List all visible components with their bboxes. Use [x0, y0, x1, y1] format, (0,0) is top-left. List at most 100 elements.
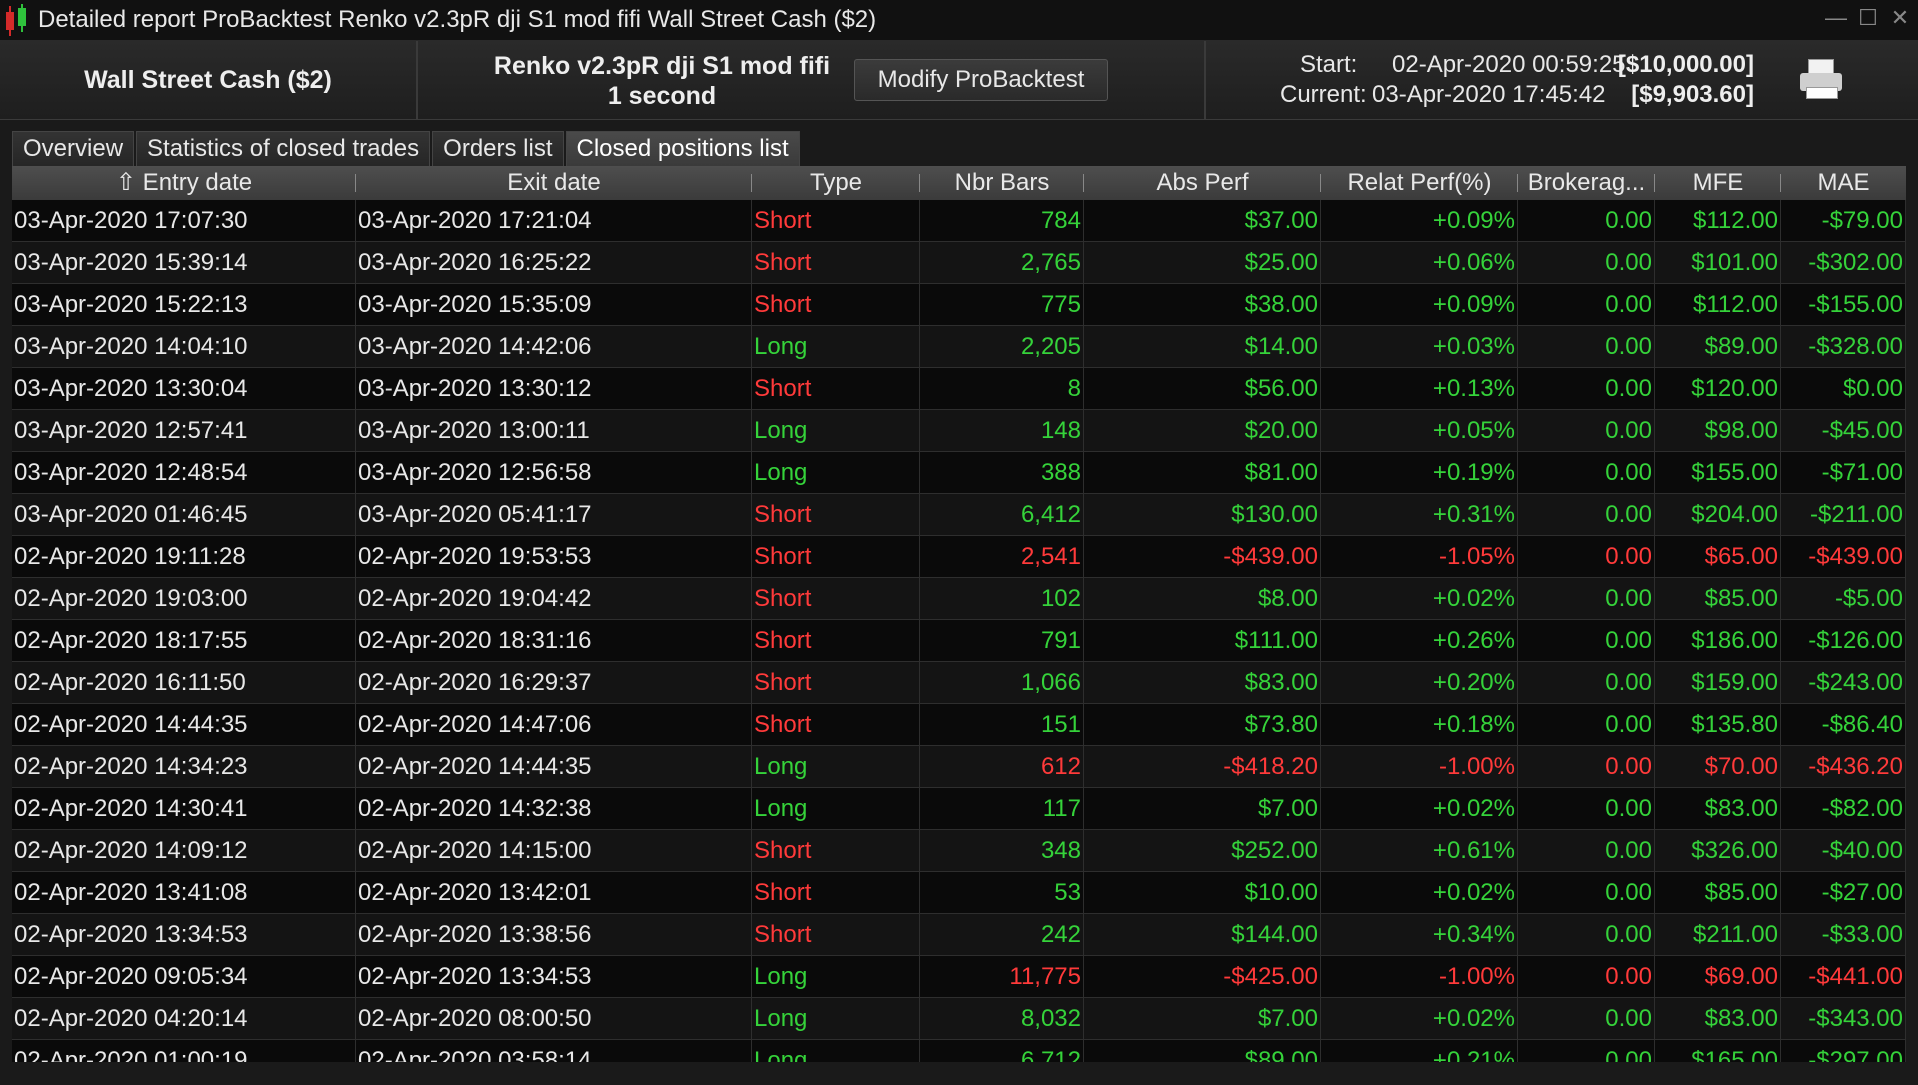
mfe-cell: $112.00 — [1655, 284, 1781, 325]
minimize-button[interactable]: — — [1824, 6, 1848, 30]
brokerage-cell: 0.00 — [1518, 662, 1655, 703]
nbr-bars-cell: 2,205 — [920, 326, 1084, 367]
column-mfe[interactable]: MFE — [1655, 166, 1781, 200]
brokerage-cell: 0.00 — [1518, 704, 1655, 745]
nbr-bars-cell: 348 — [920, 830, 1084, 871]
tab-orders-list[interactable]: Orders list — [432, 131, 564, 166]
exit-date-cell: 02-Apr-2020 14:32:38 — [356, 788, 752, 829]
type-cell: Short — [752, 662, 920, 703]
abs-perf-cell: $83.00 — [1084, 662, 1321, 703]
table-row[interactable]: 02-Apr-2020 09:05:34 02-Apr-2020 13:34:53… — [12, 956, 1906, 998]
relat-perf-cell: +0.02% — [1321, 578, 1518, 619]
current-amount: [$9,903.60] — [1631, 81, 1754, 108]
column-exit-date[interactable]: Exit date — [356, 166, 752, 200]
type-cell: Long — [752, 956, 920, 997]
table-row[interactable]: 02-Apr-2020 14:34:23 02-Apr-2020 14:44:35… — [12, 746, 1906, 788]
entry-date-cell: 02-Apr-2020 19:11:28 — [12, 536, 356, 577]
brokerage-cell: 0.00 — [1518, 536, 1655, 577]
table-row[interactable]: 03-Apr-2020 15:39:14 03-Apr-2020 16:25:22… — [12, 242, 1906, 284]
nbr-bars-cell: 2,765 — [920, 242, 1084, 283]
table-row[interactable]: 02-Apr-2020 13:41:08 02-Apr-2020 13:42:01… — [12, 872, 1906, 914]
table-row[interactable]: 02-Apr-2020 16:11:50 02-Apr-2020 16:29:37… — [12, 662, 1906, 704]
column-nbr-bars[interactable]: Nbr Bars — [920, 166, 1084, 200]
type-cell: Short — [752, 830, 920, 871]
table-row[interactable]: 03-Apr-2020 13:30:04 03-Apr-2020 13:30:12… — [12, 368, 1906, 410]
brokerage-cell: 0.00 — [1518, 284, 1655, 325]
exit-date-cell: 02-Apr-2020 13:38:56 — [356, 914, 752, 955]
table-row[interactable]: 02-Apr-2020 19:03:00 02-Apr-2020 19:04:42… — [12, 578, 1906, 620]
exit-date-cell: 03-Apr-2020 12:56:58 — [356, 452, 752, 493]
report-header: Wall Street Cash ($2) Renko v2.3pR dji S… — [0, 41, 1918, 120]
exit-date-cell: 02-Apr-2020 19:53:53 — [356, 536, 752, 577]
report-tabs: Overview Statistics of closed trades Ord… — [12, 131, 800, 166]
modify-probacktest-button[interactable]: Modify ProBacktest — [854, 59, 1108, 101]
mfe-cell: $135.80 — [1655, 704, 1781, 745]
abs-perf-cell: $111.00 — [1084, 620, 1321, 661]
mfe-cell: $101.00 — [1655, 242, 1781, 283]
maximize-button[interactable]: ☐ — [1856, 6, 1880, 30]
brokerage-cell: 0.00 — [1518, 620, 1655, 661]
column-abs-perf[interactable]: Abs Perf — [1084, 166, 1321, 200]
entry-date-cell: 02-Apr-2020 14:44:35 — [12, 704, 356, 745]
tab-closed-positions[interactable]: Closed positions list — [565, 131, 800, 166]
table-row[interactable]: 02-Apr-2020 04:20:14 02-Apr-2020 08:00:50… — [12, 998, 1906, 1040]
table-row[interactable]: 02-Apr-2020 14:30:41 02-Apr-2020 14:32:38… — [12, 788, 1906, 830]
exit-date-cell: 02-Apr-2020 13:34:53 — [356, 956, 752, 997]
table-row[interactable]: 02-Apr-2020 19:11:28 02-Apr-2020 19:53:53… — [12, 536, 1906, 578]
nbr-bars-cell: 8 — [920, 368, 1084, 409]
type-cell: Short — [752, 620, 920, 661]
relat-perf-cell: +0.18% — [1321, 704, 1518, 745]
type-cell: Short — [752, 284, 920, 325]
relat-perf-cell: +0.34% — [1321, 914, 1518, 955]
start-amount: [$10,000.00] — [1617, 51, 1754, 78]
table-row[interactable]: 03-Apr-2020 12:57:41 03-Apr-2020 13:00:11… — [12, 410, 1906, 452]
abs-perf-cell: $56.00 — [1084, 368, 1321, 409]
table-row[interactable]: 03-Apr-2020 14:04:10 03-Apr-2020 14:42:06… — [12, 326, 1906, 368]
table-body: 03-Apr-2020 17:07:30 03-Apr-2020 17:21:04… — [12, 200, 1906, 1062]
abs-perf-cell: $20.00 — [1084, 410, 1321, 451]
capital-panel: Start: 02-Apr-2020 00:59:25 [$10,000.00]… — [1206, 41, 1918, 119]
exit-date-cell: 03-Apr-2020 15:35:09 — [356, 284, 752, 325]
brokerage-cell: 0.00 — [1518, 788, 1655, 829]
close-button[interactable]: ✕ — [1888, 6, 1912, 30]
mae-cell: -$126.00 — [1781, 620, 1906, 661]
exit-date-cell: 02-Apr-2020 13:42:01 — [356, 872, 752, 913]
column-entry-date[interactable]: ⇧ Entry date — [12, 166, 356, 200]
mae-cell: -$71.00 — [1781, 452, 1906, 493]
column-brokerage[interactable]: Brokerag... — [1518, 166, 1655, 200]
table-row[interactable]: 03-Apr-2020 15:22:13 03-Apr-2020 15:35:09… — [12, 284, 1906, 326]
relat-perf-cell: +0.20% — [1321, 662, 1518, 703]
table-row[interactable]: 02-Apr-2020 13:34:53 02-Apr-2020 13:38:56… — [12, 914, 1906, 956]
relat-perf-cell: +0.02% — [1321, 788, 1518, 829]
strategy-name: Renko v2.3pR dji S1 mod fifi — [493, 52, 831, 80]
entry-date-cell: 03-Apr-2020 17:07:30 — [12, 200, 356, 241]
mfe-cell: $155.00 — [1655, 452, 1781, 493]
column-relat-perf[interactable]: Relat Perf(%) — [1321, 166, 1518, 200]
mfe-cell: $70.00 — [1655, 746, 1781, 787]
nbr-bars-cell: 148 — [920, 410, 1084, 451]
tab-statistics[interactable]: Statistics of closed trades — [136, 131, 431, 166]
tab-overview[interactable]: Overview — [12, 131, 135, 166]
table-row[interactable]: 02-Apr-2020 01:00:19 02-Apr-2020 03:58:14… — [12, 1040, 1906, 1062]
nbr-bars-cell: 791 — [920, 620, 1084, 661]
entry-date-cell: 02-Apr-2020 13:34:53 — [12, 914, 356, 955]
type-cell: Short — [752, 536, 920, 577]
mfe-cell: $83.00 — [1655, 998, 1781, 1039]
table-row[interactable]: 03-Apr-2020 17:07:30 03-Apr-2020 17:21:04… — [12, 200, 1906, 242]
table-row[interactable]: 03-Apr-2020 12:48:54 03-Apr-2020 12:56:58… — [12, 452, 1906, 494]
brokerage-cell: 0.00 — [1518, 410, 1655, 451]
current-label: Current: — [1280, 81, 1367, 108]
column-type[interactable]: Type — [752, 166, 920, 200]
table-row[interactable]: 02-Apr-2020 14:44:35 02-Apr-2020 14:47:06… — [12, 704, 1906, 746]
type-cell: Long — [752, 788, 920, 829]
printer-icon[interactable] — [1800, 59, 1842, 99]
nbr-bars-cell: 242 — [920, 914, 1084, 955]
table-row[interactable]: 03-Apr-2020 01:46:45 03-Apr-2020 05:41:17… — [12, 494, 1906, 536]
entry-date-cell: 03-Apr-2020 15:39:14 — [12, 242, 356, 283]
status-strip — [0, 1062, 1918, 1085]
relat-perf-cell: +0.02% — [1321, 998, 1518, 1039]
mfe-cell: $98.00 — [1655, 410, 1781, 451]
column-mae[interactable]: MAE — [1781, 166, 1906, 200]
table-row[interactable]: 02-Apr-2020 18:17:55 02-Apr-2020 18:31:16… — [12, 620, 1906, 662]
table-row[interactable]: 02-Apr-2020 14:09:12 02-Apr-2020 14:15:00… — [12, 830, 1906, 872]
